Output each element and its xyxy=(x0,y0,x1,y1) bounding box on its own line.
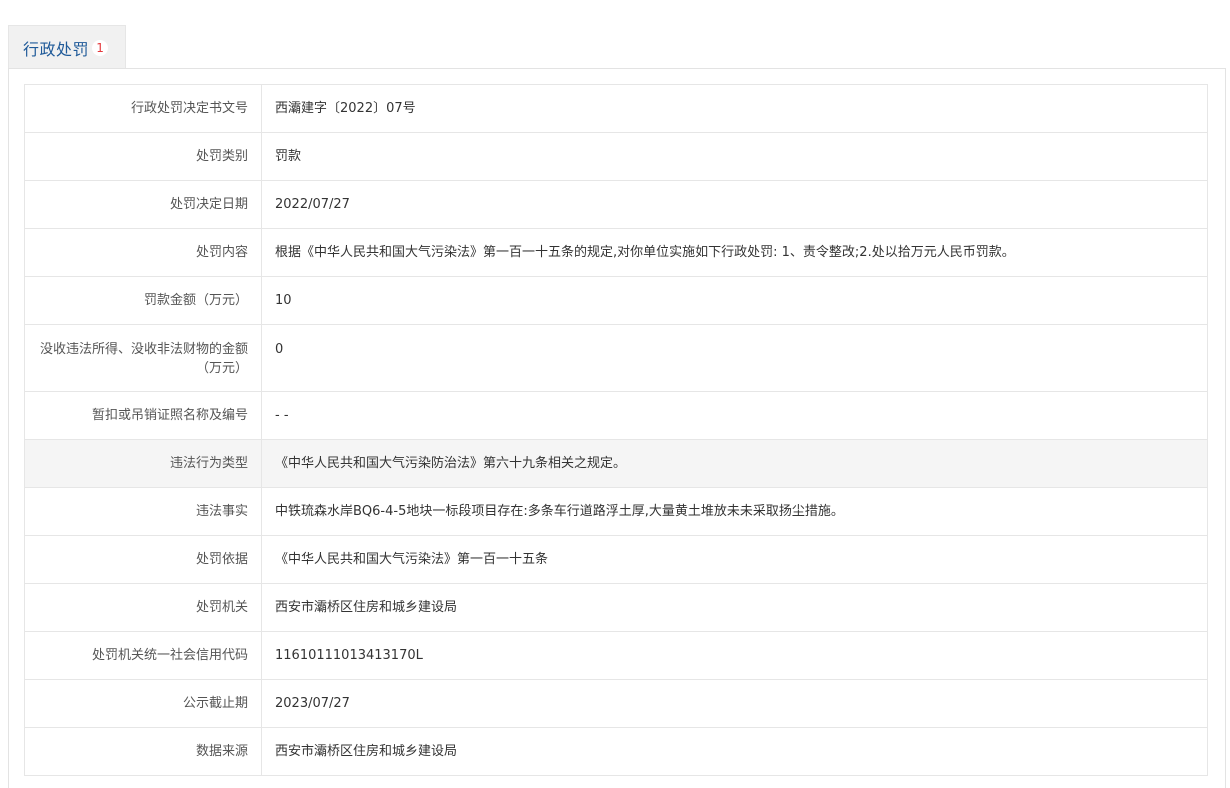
row-label: 行政处罚决定书文号 xyxy=(24,84,262,133)
table-row: 处罚机关 西安市灞桥区住房和城乡建设局 xyxy=(24,583,1208,632)
table-row: 数据来源 西安市灞桥区住房和城乡建设局 xyxy=(24,727,1208,776)
row-value: 西灞建字〔2022〕07号 xyxy=(261,84,1208,133)
row-value: 罚款 xyxy=(261,132,1208,181)
table-row: 处罚决定日期 2022/07/27 xyxy=(24,180,1208,229)
row-value: 2022/07/27 xyxy=(261,180,1208,229)
row-value: 西安市灞桥区住房和城乡建设局 xyxy=(261,727,1208,776)
row-value: 《中华人民共和国大气污染防治法》第六十九条相关之规定。 xyxy=(261,439,1208,488)
row-label: 违法事实 xyxy=(24,487,262,536)
row-label: 公示截止期 xyxy=(24,679,262,728)
table-row: 公示截止期 2023/07/27 xyxy=(24,679,1208,728)
row-label: 罚款金额（万元） xyxy=(24,276,262,325)
tab-count-badge: 1 xyxy=(92,39,109,56)
table-row: 处罚类别 罚款 xyxy=(24,132,1208,181)
row-label: 处罚内容 xyxy=(24,228,262,277)
row-label: 处罚机关统一社会信用代码 xyxy=(24,631,262,680)
row-label: 处罚依据 xyxy=(24,535,262,584)
row-label: 处罚决定日期 xyxy=(24,180,262,229)
table-row: 处罚机关统一社会信用代码 11610111013413170L xyxy=(24,631,1208,680)
row-label: 处罚类别 xyxy=(24,132,262,181)
tab-bar: 行政处罚 1 xyxy=(0,0,1230,69)
row-value: 根据《中华人民共和国大气污染法》第一百一十五条的规定,对你单位实施如下行政处罚:… xyxy=(261,228,1208,277)
row-value: 10 xyxy=(261,276,1208,325)
row-value: 中铁琉森水岸BQ6-4-5地块一标段项目存在:多条车行道路浮土厚,大量黄土堆放未… xyxy=(261,487,1208,536)
row-value: 西安市灞桥区住房和城乡建设局 xyxy=(261,583,1208,632)
table-row: 违法行为类型 《中华人民共和国大气污染防治法》第六十九条相关之规定。 xyxy=(24,439,1208,488)
row-value: 0 xyxy=(261,324,1208,392)
table-row: 违法事实 中铁琉森水岸BQ6-4-5地块一标段项目存在:多条车行道路浮土厚,大量… xyxy=(24,487,1208,536)
tab-label: 行政处罚 xyxy=(23,39,90,59)
penalty-detail-panel: 行政处罚决定书文号 西灞建字〔2022〕07号 处罚类别 罚款 处罚决定日期 2… xyxy=(8,68,1226,788)
row-label: 没收违法所得、没收非法财物的金额（万元） xyxy=(24,324,262,392)
row-value: 2023/07/27 xyxy=(261,679,1208,728)
table-row: 行政处罚决定书文号 西灞建字〔2022〕07号 xyxy=(24,84,1208,133)
table-row: 处罚内容 根据《中华人民共和国大气污染法》第一百一十五条的规定,对你单位实施如下… xyxy=(24,228,1208,277)
table-row: 没收违法所得、没收非法财物的金额（万元） 0 xyxy=(24,324,1208,392)
tab-administrative-penalty[interactable]: 行政处罚 1 xyxy=(8,25,126,69)
table-row: 罚款金额（万元） 10 xyxy=(24,276,1208,325)
row-label: 数据来源 xyxy=(24,727,262,776)
table-row: 暂扣或吊销证照名称及编号 - - xyxy=(24,391,1208,440)
penalty-detail-table: 行政处罚决定书文号 西灞建字〔2022〕07号 处罚类别 罚款 处罚决定日期 2… xyxy=(24,84,1208,776)
row-value: 《中华人民共和国大气污染法》第一百一十五条 xyxy=(261,535,1208,584)
row-label: 处罚机关 xyxy=(24,583,262,632)
row-label: 违法行为类型 xyxy=(24,439,262,488)
row-value: - - xyxy=(261,391,1208,440)
table-row: 处罚依据 《中华人民共和国大气污染法》第一百一十五条 xyxy=(24,535,1208,584)
row-label: 暂扣或吊销证照名称及编号 xyxy=(24,391,262,440)
row-value: 11610111013413170L xyxy=(261,631,1208,680)
